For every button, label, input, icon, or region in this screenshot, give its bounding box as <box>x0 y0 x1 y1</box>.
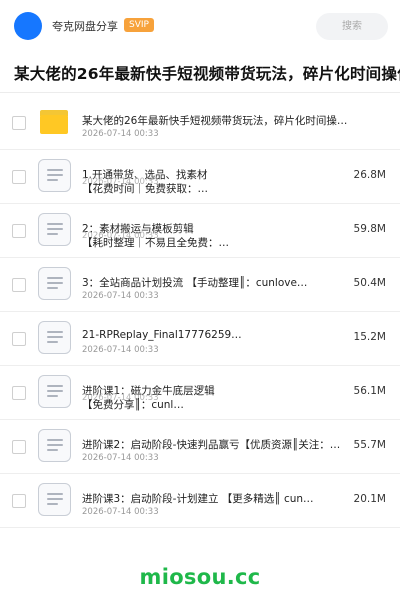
file-name: 21-RPReplay_Final17776259… <box>82 329 242 341</box>
folder-icon <box>40 110 68 134</box>
file-date: 2026-07-14 00:33 <box>82 507 159 517</box>
header: 夸克网盘分享 SVIP 搜索 <box>0 0 400 52</box>
file-size: 26.8M <box>353 169 386 181</box>
checkbox-icon[interactable] <box>12 440 26 454</box>
svip-badge: SVIP <box>124 18 154 32</box>
file-size: 20.1M <box>353 493 386 505</box>
list-item[interactable]: 2：素材搬运与模板剪辑 2026-07-14 00:33 【耗时整理｜不易且全免… <box>0 204 400 258</box>
share-owner-name: 夸克网盘分享 <box>52 20 118 33</box>
file-date: 2026-07-14 00:33 <box>82 345 159 355</box>
list-item[interactable]: 21-RPReplay_Final17776259… 2026-07-14 00… <box>0 312 400 366</box>
list-item[interactable]: 某大佬的26年最新快手短视频带货玩法，碎片化时间操作… 2026-07-14 0… <box>0 96 400 150</box>
checkbox-icon[interactable] <box>12 494 26 508</box>
document-icon <box>38 429 71 462</box>
file-date: 2026-07-14 00:33 <box>82 129 159 139</box>
document-icon <box>38 159 71 192</box>
file-name-line2: 【耗时整理｜不易且全免费：… <box>82 237 229 249</box>
document-icon <box>38 321 71 354</box>
document-icon <box>38 375 71 408</box>
search-input[interactable]: 搜索 <box>316 13 388 40</box>
file-date: 2026-07-14 00:33 <box>82 453 159 463</box>
file-size: 56.1M <box>353 385 386 397</box>
checkbox-icon[interactable] <box>12 278 26 292</box>
list-item[interactable]: 进阶课1：磁力金牛底层逻辑 2026-07-14 00:33 【免费分享║：cu… <box>0 366 400 420</box>
file-name: 某大佬的26年最新快手短视频带货玩法，碎片化时间操作… <box>82 115 357 127</box>
file-list: 某大佬的26年最新快手短视频带货玩法，碎片化时间操作… 2026-07-14 0… <box>0 96 400 528</box>
file-name-line2: 【花费时间｜免费获取：… <box>82 183 208 195</box>
list-item[interactable]: 3：全站商品计划投流 【手动整理║：cunlove… 2026-07-14 00… <box>0 258 400 312</box>
file-size: 55.7M <box>353 439 386 451</box>
list-item[interactable]: 进阶课2：启动阶段-快速判品赢亏【优质资源║关注：… 2026-07-14 00… <box>0 420 400 474</box>
document-icon <box>38 267 71 300</box>
checkbox-icon[interactable] <box>12 224 26 238</box>
file-name: 3：全站商品计划投流 【手动整理║：cunlove… <box>82 277 308 289</box>
checkbox-icon[interactable] <box>12 386 26 400</box>
document-icon <box>38 483 71 516</box>
checkbox-icon[interactable] <box>12 116 26 130</box>
file-name: 进阶课2：启动阶段-快速判品赢亏【优质资源║关注：… <box>82 439 341 451</box>
divider <box>0 92 400 93</box>
checkbox-icon[interactable] <box>12 332 26 346</box>
list-item[interactable]: 1.开通带货、选品、找素材 2026-07-14 00:33 【花费时间｜免费获… <box>0 150 400 204</box>
file-size: 50.4M <box>353 277 386 289</box>
avatar[interactable] <box>14 12 42 40</box>
list-item[interactable]: 进阶课3：启动阶段-计划建立 【更多精选║ cun… 2026-07-14 00… <box>0 474 400 528</box>
watermark: miosou.cc <box>139 565 261 589</box>
file-name-line2: 【免费分享║：cunl… <box>82 399 184 411</box>
file-size: 15.2M <box>353 331 386 343</box>
file-name: 进阶课3：启动阶段-计划建立 【更多精选║ cun… <box>82 493 314 505</box>
file-date: 2026-07-14 00:33 <box>82 291 159 301</box>
checkbox-icon[interactable] <box>12 170 26 184</box>
file-size: 59.8M <box>353 223 386 235</box>
page-title: 某大佬的26年最新快手短视频带货玩法，碎片化时间操作， <box>14 65 400 83</box>
document-icon <box>38 213 71 246</box>
